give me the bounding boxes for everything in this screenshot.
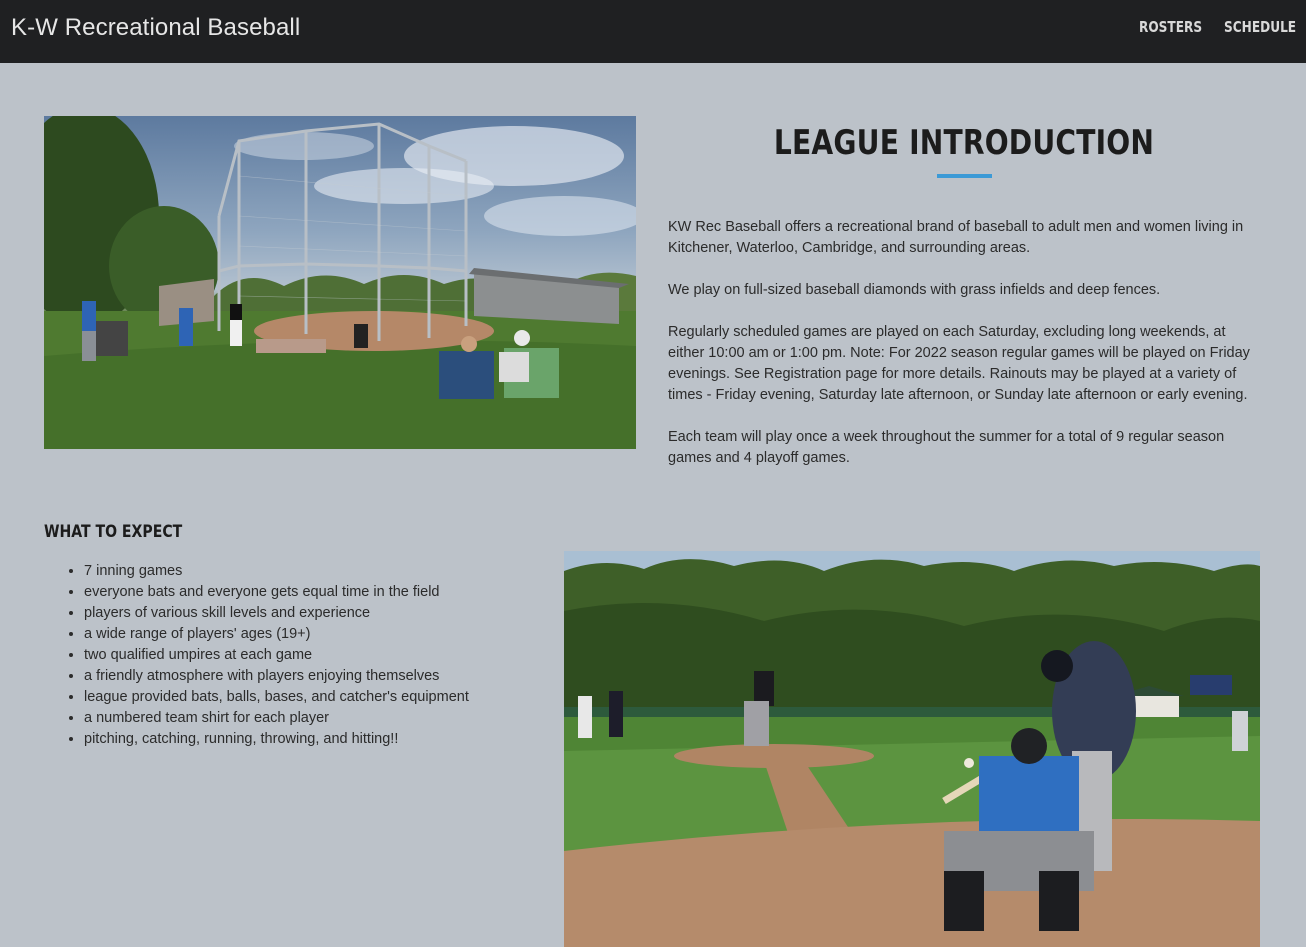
list-item: 7 inning games [84,561,469,582]
list-item: players of various skill levels and expe… [84,603,469,624]
batter-catcher-photo [564,551,1260,947]
intro-paragraph: Regularly scheduled games are played on … [668,324,1250,403]
list-item: everyone bats and everyone gets equal ti… [84,582,469,603]
expect-list: 7 inning games everyone bats and everyon… [44,561,469,750]
list-item: two qualified umpires at each game [84,645,469,666]
title-underline [937,174,992,178]
list-item: league provided bats, balls, bases, and … [84,687,469,708]
list-item: pitching, catching, running, throwing, a… [84,729,469,750]
intro-paragraph: We play on full-sized baseball diamonds … [668,282,1161,298]
list-item: a wide range of players' ages (19+) [84,624,469,645]
intro-text: KW Rec Baseball offers a recreational br… [668,217,1260,490]
brand-link[interactable]: K-W Recreational Baseball [11,14,300,42]
intro-paragraph: KW Rec Baseball offers a recreational br… [668,219,1244,256]
backstop-field-photo [44,116,636,449]
navbar: K-W Recreational Baseball ROSTERS SCHEDU… [0,0,1306,63]
what-to-expect-heading: WHAT TO EXPECT [44,522,183,542]
intro-paragraph: Each team will play once a week througho… [668,429,1225,466]
section-title: LEAGUE INTRODUCTION [773,123,1155,163]
nav-rosters-link[interactable]: ROSTERS [1139,18,1202,36]
list-item: a numbered team shirt for each player [84,708,469,729]
list-item: a friendly atmosphere with players enjoy… [84,666,469,687]
nav-schedule-link[interactable]: SCHEDULE [1224,18,1296,36]
